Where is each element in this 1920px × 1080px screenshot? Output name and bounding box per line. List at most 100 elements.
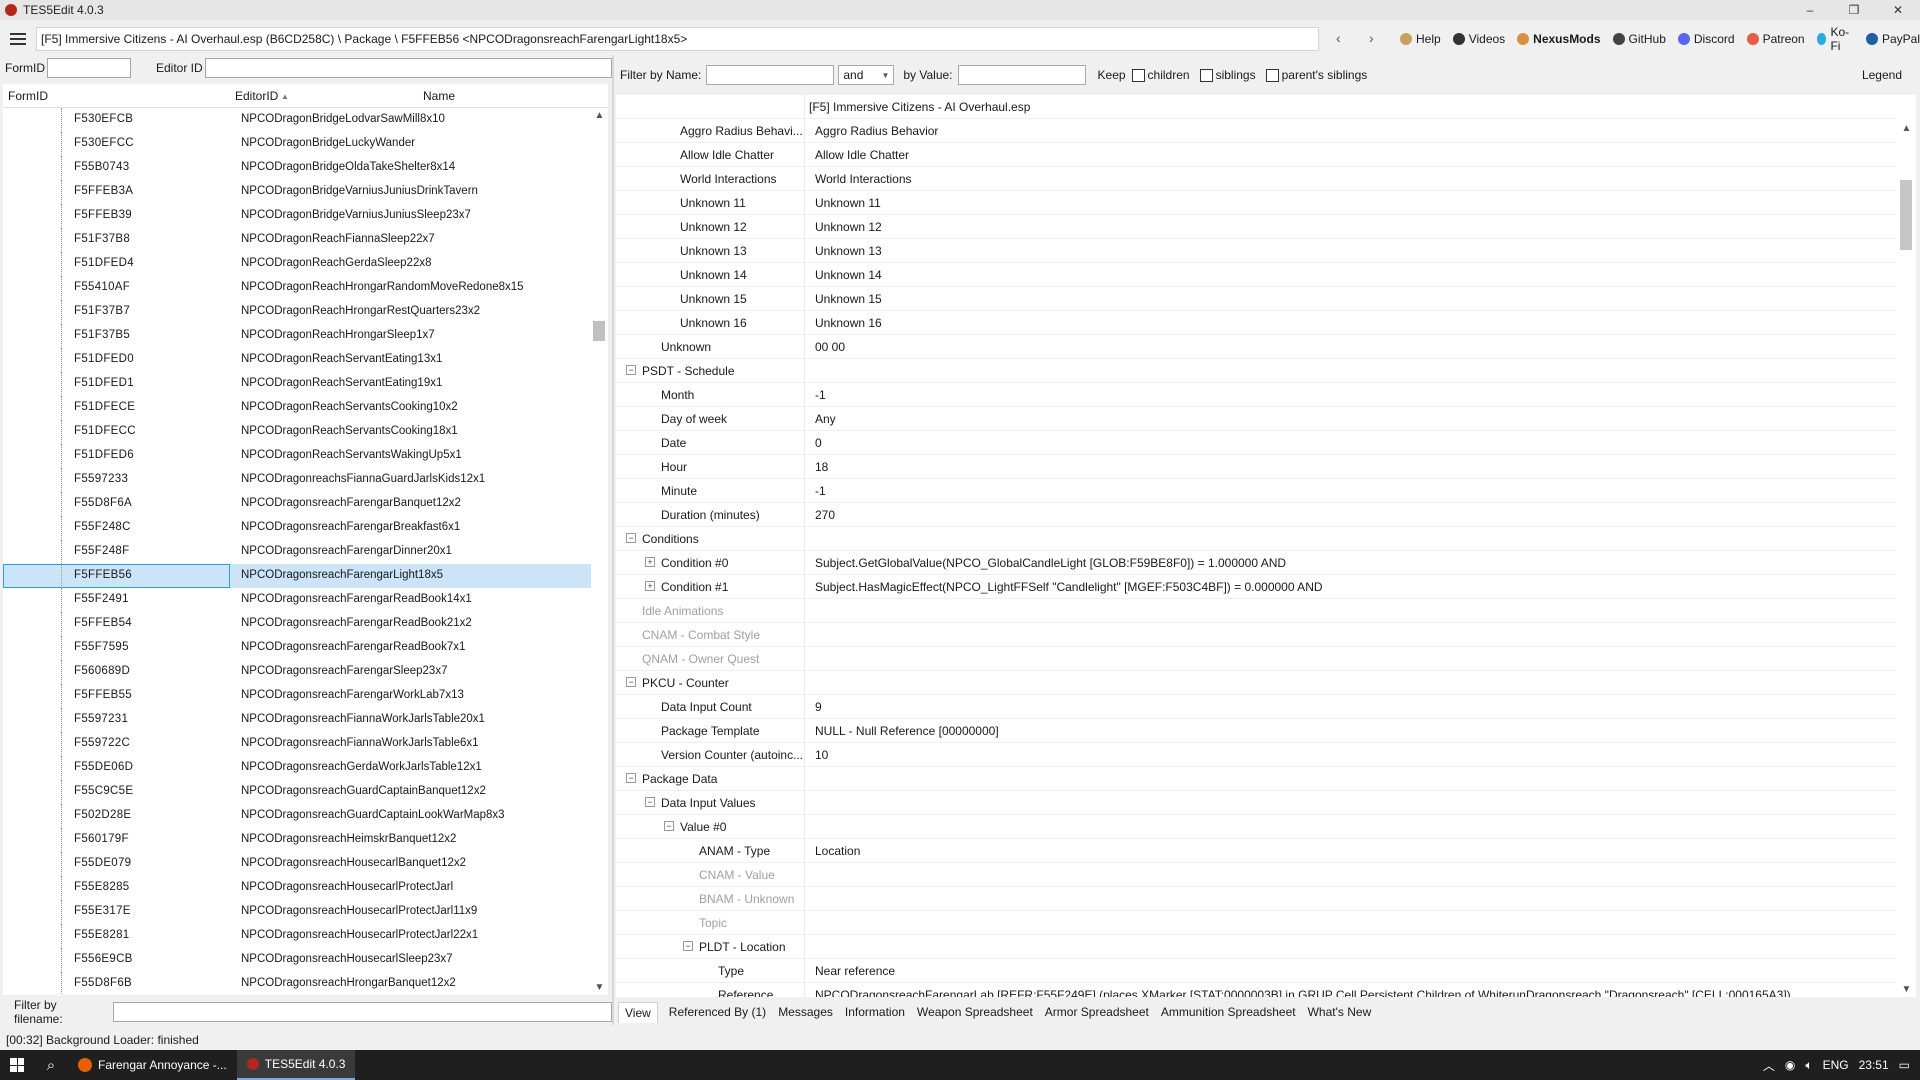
- table-row[interactable]: F560689D NPCODragonsreachFarengarSleep23x…: [3, 660, 591, 684]
- language-indicator[interactable]: ENG: [1823, 1058, 1849, 1072]
- link-help[interactable]: Help: [1400, 32, 1441, 46]
- keep-siblings-checkbox[interactable]: siblings: [1199, 68, 1256, 83]
- record-field-row[interactable]: BNAM - Unknown: [616, 887, 1896, 911]
- record-field-row[interactable]: − Conditions: [616, 527, 1896, 551]
- collapse-icon[interactable]: −: [683, 941, 693, 951]
- back-arrow-icon[interactable]: ‹: [1336, 30, 1341, 46]
- link-paypal[interactable]: PayPal: [1865, 32, 1920, 46]
- field-value[interactable]: Unknown 11: [815, 196, 881, 210]
- table-row[interactable]: F5597231 NPCODragonsreachFiannaWorkJarlsT…: [3, 708, 591, 732]
- filter-by-name-input[interactable]: [706, 65, 835, 85]
- expand-icon[interactable]: +: [645, 557, 655, 567]
- record-field-row[interactable]: Month -1: [616, 383, 1896, 407]
- tab-armor-spreadsheet[interactable]: Armor Spreadsheet: [1044, 1003, 1150, 1021]
- record-field-row[interactable]: Unknown 00 00: [616, 335, 1896, 359]
- field-value[interactable]: Unknown 14: [815, 268, 882, 282]
- record-field-row[interactable]: Hour 18: [616, 455, 1896, 479]
- record-field-row[interactable]: Unknown 11 Unknown 11: [616, 191, 1896, 215]
- record-field-row[interactable]: Duration (minutes) 270: [616, 503, 1896, 527]
- field-value[interactable]: Subject.HasMagicEffect(NPCO_LightFFSelf …: [815, 580, 1323, 594]
- formid-filter-input[interactable]: [47, 57, 131, 78]
- table-row[interactable]: F5FFEB3A NPCODragonBridgeVarniusJuniusDri…: [3, 180, 591, 204]
- table-row[interactable]: F51DFED6 NPCODragonReachServantsWakingUp5…: [3, 444, 591, 468]
- field-value[interactable]: Aggro Radius Behavior: [815, 124, 938, 138]
- field-value[interactable]: Unknown 15: [815, 292, 882, 306]
- field-value[interactable]: Location: [815, 844, 860, 858]
- maximize-button[interactable]: ❐: [1832, 0, 1876, 20]
- record-field-row[interactable]: Date 0: [616, 431, 1896, 455]
- record-field-row[interactable]: Unknown 13 Unknown 13: [616, 239, 1896, 263]
- tab-messages[interactable]: Messages: [777, 1003, 834, 1021]
- record-field-row[interactable]: Topic: [616, 911, 1896, 935]
- table-row[interactable]: F51DFED4 NPCODragonReachGerdaSleep22x8: [3, 252, 591, 276]
- editorid-filter-input[interactable]: [204, 57, 612, 78]
- close-button[interactable]: ✕: [1876, 0, 1920, 20]
- table-row[interactable]: F51DFED1 NPCODragonReachServantEating19x1: [3, 372, 591, 396]
- record-field-row[interactable]: Reference NPCODragonsreachFarengarLab [RE…: [616, 983, 1896, 997]
- field-value[interactable]: Near reference: [815, 964, 895, 978]
- table-row[interactable]: F55C9C5E NPCODragonsreachGuardCaptainBanq…: [3, 780, 591, 804]
- collapse-icon[interactable]: −: [626, 365, 636, 375]
- table-row[interactable]: F55F7595 NPCODragonsreachFarengarReadBook…: [3, 636, 591, 660]
- table-row[interactable]: F51DFECC NPCODragonReachServantsCooking18…: [3, 420, 591, 444]
- field-value[interactable]: 270: [815, 508, 835, 522]
- record-field-row[interactable]: − Data Input Values: [616, 791, 1896, 815]
- keep-parents-siblings-checkbox[interactable]: parent's siblings: [1265, 68, 1367, 83]
- table-row[interactable]: F502D28E NPCODragonsreachGuardCaptainLook…: [3, 804, 591, 828]
- table-row[interactable]: F55E317E NPCODragonsreachHousecarlProtect…: [3, 900, 591, 924]
- scroll-thumb[interactable]: [593, 321, 605, 341]
- scroll-thumb[interactable]: [1900, 180, 1912, 250]
- scroll-down-icon[interactable]: ▼: [1898, 984, 1915, 995]
- table-row[interactable]: F55E8281 NPCODragonsreachHousecarlProtect…: [3, 924, 591, 948]
- collapse-icon[interactable]: −: [626, 773, 636, 783]
- record-view-scrollbar[interactable]: ▲ ▼: [1896, 95, 1916, 997]
- column-formid[interactable]: FormID: [8, 89, 48, 103]
- record-field-row[interactable]: CNAM - Combat Style: [616, 623, 1896, 647]
- collapse-icon[interactable]: −: [664, 821, 674, 831]
- tab-weapon-spreadsheet[interactable]: Weapon Spreadsheet: [916, 1003, 1034, 1021]
- table-row[interactable]: F55D8F6B NPCODragonsreachHrongarBanquet12…: [3, 972, 591, 995]
- record-field-row[interactable]: Unknown 12 Unknown 12: [616, 215, 1896, 239]
- link-patreon[interactable]: Patreon: [1746, 32, 1805, 46]
- table-row[interactable]: F55F248C NPCODragonsreachFarengarBreakfas…: [3, 516, 591, 540]
- table-row[interactable]: F55F2491 NPCODragonsreachFarengarReadBook…: [3, 588, 591, 612]
- table-row[interactable]: F5597233 NPCODragonreachsFiannaGuardJarls…: [3, 468, 591, 492]
- tab-ammunition-spreadsheet[interactable]: Ammunition Spreadsheet: [1160, 1003, 1297, 1021]
- table-row[interactable]: F55410AF NPCODragonReachHrongarRandomMove…: [3, 276, 591, 300]
- pane-splitter[interactable]: [612, 55, 614, 1025]
- field-value[interactable]: 9: [815, 700, 822, 714]
- chevron-up-icon[interactable]: ︿: [1763, 1057, 1775, 1074]
- table-row[interactable]: F5FFEB39 NPCODragonBridgeVarniusJuniusSle…: [3, 204, 591, 228]
- record-field-row[interactable]: CNAM - Value: [616, 863, 1896, 887]
- scroll-down-icon[interactable]: ▼: [591, 982, 608, 993]
- record-field-row[interactable]: − Value #0: [616, 815, 1896, 839]
- table-row[interactable]: F55F248F NPCODragonsreachFarengarDinner20…: [3, 540, 591, 564]
- start-button[interactable]: [0, 1050, 34, 1080]
- field-value[interactable]: Unknown 13: [815, 244, 882, 258]
- field-value[interactable]: NULL - Null Reference [00000000]: [815, 724, 999, 738]
- record-field-row[interactable]: Unknown 15 Unknown 15: [616, 287, 1896, 311]
- field-value[interactable]: Unknown 12: [815, 220, 882, 234]
- field-value[interactable]: 18: [815, 460, 828, 474]
- tab-information[interactable]: Information: [844, 1003, 906, 1021]
- record-field-row[interactable]: Unknown 14 Unknown 14: [616, 263, 1896, 287]
- record-field-row[interactable]: + Condition #1 Subject.HasMagicEffect(NPCO…: [616, 575, 1896, 599]
- collapse-icon[interactable]: −: [645, 797, 655, 807]
- legend-button[interactable]: Legend: [1862, 68, 1902, 82]
- table-row[interactable]: F55B0743 NPCODragonBridgeOldaTakeShelter8…: [3, 156, 591, 180]
- table-row[interactable]: F5FFEB55 NPCODragonsreachFarengarWorkLab7…: [3, 684, 591, 708]
- record-field-row[interactable]: ANAM - Type Location: [616, 839, 1896, 863]
- filter-operator-select[interactable]: and ▼: [838, 65, 895, 85]
- column-name[interactable]: Name: [423, 89, 455, 103]
- collapse-icon[interactable]: −: [626, 677, 636, 687]
- record-field-row[interactable]: Idle Animations: [616, 599, 1896, 623]
- record-field-row[interactable]: Package Template NULL - Null Reference [0…: [616, 719, 1896, 743]
- scroll-up-icon[interactable]: ▲: [591, 110, 608, 121]
- filter-by-value-input[interactable]: [957, 65, 1086, 85]
- table-row[interactable]: F51F37B7 NPCODragonReachHrongarRestQuarte…: [3, 300, 591, 324]
- table-row[interactable]: F55E8285 NPCODragonsreachHousecarlProtect…: [3, 876, 591, 900]
- record-list-scrollbar[interactable]: ▲ ▼: [591, 108, 608, 995]
- record-path-field[interactable]: [F5] Immersive Citizens - AI Overhaul.es…: [36, 27, 1319, 51]
- table-row[interactable]: F55DE06D NPCODragonsreachGerdaWorkJarlsTa…: [3, 756, 591, 780]
- record-field-row[interactable]: Type Near reference: [616, 959, 1896, 983]
